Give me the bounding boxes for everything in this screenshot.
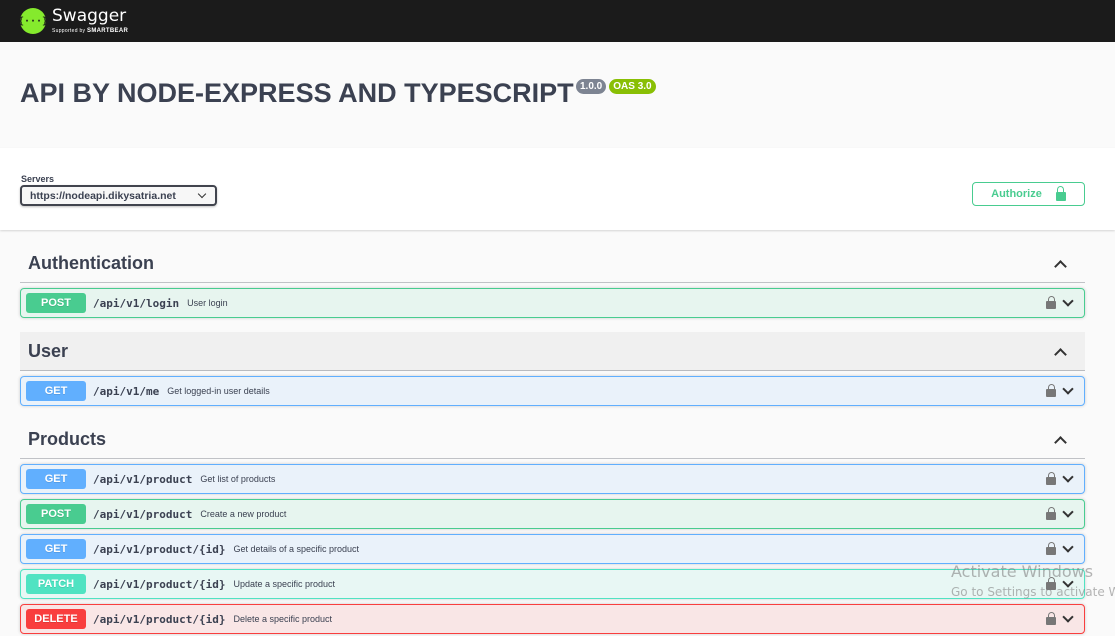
api-title: API BY NODE-EXPRESS AND TYPESCRIPT [20,78,574,108]
operation-path: /api/v1/product/{id} [93,577,226,591]
supported-by-label: Supported by [52,28,86,34]
windows-activation-watermark: Activate Windows Go to Settings to activ… [951,562,1115,599]
operation-row[interactable]: GET/api/v1/me Get logged-in user details [20,376,1085,406]
tag-name: Authentication [28,252,154,273]
swagger-logo-icon: {···} [18,8,48,34]
version-badges: 1.0.0 OAS 3.0 [576,79,656,94]
method-badge: GET [26,381,86,401]
operation-controls [1046,289,1074,317]
method-badge: GET [26,539,86,559]
info-section: API BY NODE-EXPRESS AND TYPESCRIPT 1.0.0… [0,42,1115,148]
topbar: {···} Swagger Supported by SMARTBEAR [0,0,1115,42]
server-select[interactable]: https://nodeapi.dikysatria.net [20,185,217,206]
method-badge: PATCH [26,574,86,594]
brand-name: Swagger [52,6,127,26]
operation-row[interactable]: DELETE/api/v1/product/{id} Delete a speci… [20,604,1085,634]
operation-path: /api/v1/product/{id} [93,542,226,556]
method-badge: GET [26,469,86,489]
operation-path: /api/v1/login [93,296,180,310]
authorize-button[interactable]: Authorize [972,182,1085,206]
authorize-label: Authorize [991,188,1042,200]
operation-summary: Get logged-in user details [167,386,270,396]
operations-content: Authentication POST/api/v1/login User logi… [0,244,1115,634]
operation-controls [1046,605,1074,633]
lock-icon [1055,185,1066,201]
chevron-up-icon[interactable] [1054,347,1067,361]
operation-summary: Create a new product [200,509,287,519]
server-select-value: https://nodeapi.dikysatria.net [30,189,176,202]
operation-row[interactable]: POST/api/v1/login User login [20,288,1085,318]
operation-summary: Get list of products [200,474,276,484]
tag-section-authentication: Authentication POST/api/v1/login User logi… [20,244,1085,318]
chevron-up-icon[interactable] [1054,259,1067,273]
supported-by: Supported by SMARTBEAR [52,28,128,34]
watermark-subtitle: Go to Settings to activate Windows. [951,585,1115,599]
method-badge: POST [26,293,86,313]
chevron-up-icon[interactable] [1054,435,1067,449]
operation-summary: Update a specific product [233,579,336,589]
swagger-logo[interactable]: {···} Swagger Supported by SMARTBEAR [18,6,128,35]
logo-text: Swagger Supported by SMARTBEAR [52,6,128,35]
operation-path: /api/v1/product [93,472,193,486]
chevron-down-icon[interactable] [1062,470,1074,483]
tag-section-user: User GET/api/v1/me Get logged-in user deta… [20,332,1085,406]
tag-header-user[interactable]: User [20,332,1085,371]
oas-badge: OAS 3.0 [609,79,656,94]
tag-section-products: Products GET/api/v1/product Get list of pr… [20,420,1085,634]
tag-name: Products [28,428,107,449]
operation-path: /api/v1/me [93,384,160,398]
operation-controls [1046,500,1074,528]
lock-icon[interactable] [1046,542,1056,555]
operation-row[interactable]: PATCH/api/v1/product/{id} Update a specif… [20,569,1085,599]
lock-icon[interactable] [1046,296,1056,309]
operation-row[interactable]: POST/api/v1/product Create a new product [20,499,1085,529]
version-badge: 1.0.0 [576,79,607,94]
lock-icon[interactable] [1046,472,1056,485]
operation-controls [1046,465,1074,493]
chevron-down-icon[interactable] [1062,382,1074,395]
operation-summary: User login [187,298,228,308]
chevron-down-icon[interactable] [1062,505,1074,518]
chevron-down-icon[interactable] [1062,610,1074,623]
lock-icon[interactable] [1046,384,1056,397]
method-badge: POST [26,504,86,524]
operation-path: /api/v1/product [93,507,193,521]
tag-header-products[interactable]: Products [20,420,1085,459]
lock-icon[interactable] [1046,507,1056,520]
lock-icon[interactable] [1046,612,1056,625]
operation-row[interactable]: GET/api/v1/product/{id} Get details of a … [20,534,1085,564]
chevron-down-icon[interactable] [1062,294,1074,307]
operation-controls [1046,535,1074,563]
tag-name: User [28,340,69,361]
operation-summary: Get details of a specific product [233,544,360,554]
company-name: SMARTBEAR [87,28,129,34]
method-badge: DELETE [26,609,86,629]
chevron-down-icon [197,189,207,199]
servers-label: Servers [21,174,55,184]
operation-path: /api/v1/product/{id} [93,612,226,626]
operation-controls [1046,377,1074,405]
scheme-container: Servers https://nodeapi.dikysatria.net A… [0,148,1115,230]
tag-header-authentication[interactable]: Authentication [20,244,1085,283]
operation-row[interactable]: GET/api/v1/product Get list of products [20,464,1085,494]
chevron-down-icon[interactable] [1062,540,1074,553]
operation-summary: Delete a specific product [233,614,333,624]
watermark-title: Activate Windows [951,562,1094,581]
